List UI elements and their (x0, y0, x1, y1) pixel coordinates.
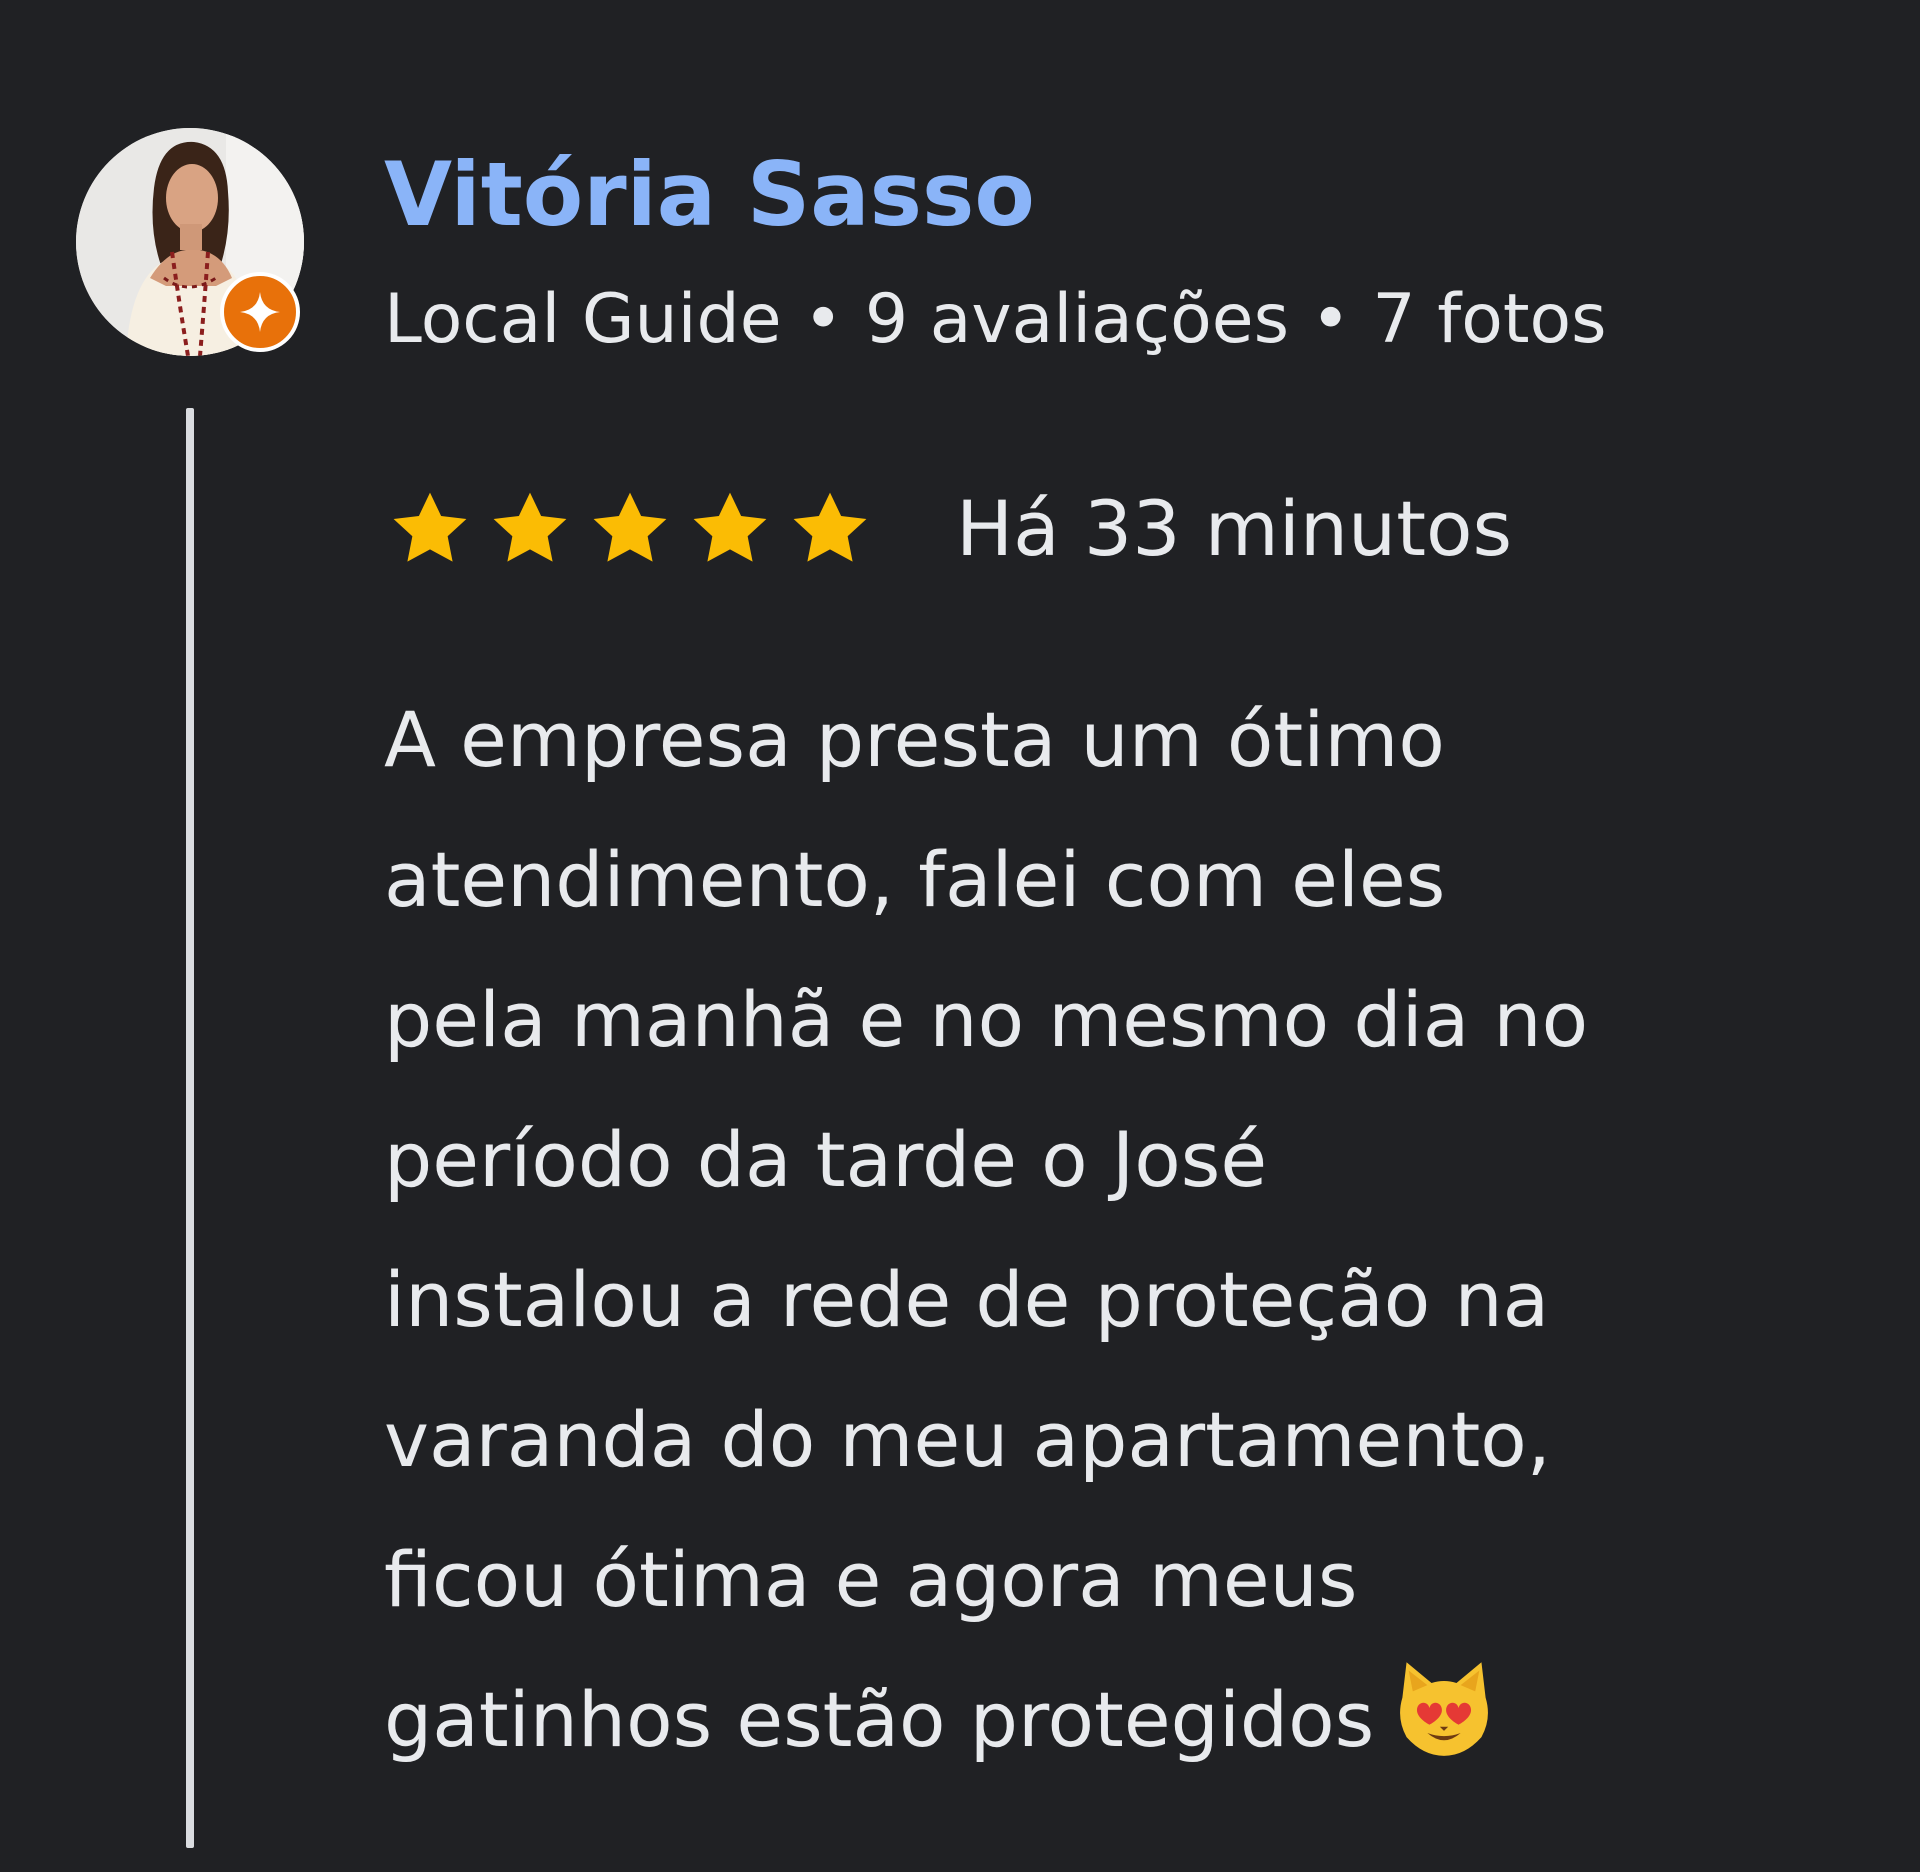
local-guide-star-icon (240, 292, 280, 332)
review-text-line: varanda do meu apartamento, (384, 1370, 1804, 1510)
review-text-line-content: ficou ótima e agora meus (384, 1535, 1358, 1624)
star-icon (693, 492, 767, 562)
review-text-line-content: varanda do meu apartamento, (384, 1395, 1551, 1484)
review-text-line-content: instalou a rede de proteção na (384, 1255, 1550, 1344)
author-name-link[interactable]: Vitória Sasso (384, 140, 1035, 250)
review-text-line-content: atendimento, falei com eles (384, 835, 1446, 924)
review-text-line: atendimento, falei com eles (384, 810, 1804, 950)
star-icon (593, 492, 667, 562)
rating-row: Há 33 minutos (384, 474, 1512, 584)
review-text-line: instalou a rede de proteção na (384, 1230, 1804, 1370)
review-text-line: pela manhã e no mesmo dia no (384, 950, 1804, 1090)
star-icon (793, 492, 867, 562)
review-text-line: período da tarde o José (384, 1090, 1804, 1230)
smiling-cat-heart-eyes-icon (1400, 1662, 1489, 1756)
review-text-line-content: A empresa presta um ótimo (384, 695, 1445, 784)
review-text-line-content: período da tarde o José (384, 1115, 1268, 1204)
local-guide-badge (220, 272, 300, 352)
review-text-line-content: gatinhos estão protegidos (384, 1675, 1375, 1764)
star-icon (493, 492, 567, 562)
review-text: A empresa presta um ótimo atendimento, fa… (384, 670, 1804, 1790)
author-meta: Local Guide • 9 avaliações • 7 fotos (384, 280, 1607, 359)
thread-line-divider (186, 408, 194, 1848)
review-text-line-content: pela manhã e no mesmo dia no (384, 975, 1589, 1064)
review-text-line: gatinhos estão protegidos (384, 1650, 1804, 1790)
review-text-line: A empresa presta um ótimo (384, 670, 1804, 810)
review-text-line: ficou ótima e agora meus (384, 1510, 1804, 1650)
review-time: Há 33 minutos (956, 484, 1513, 573)
star-icon (393, 492, 467, 562)
star-rating (384, 483, 876, 575)
review-card: Vitória Sasso Local Guide • 9 avaliações… (0, 0, 1920, 1872)
